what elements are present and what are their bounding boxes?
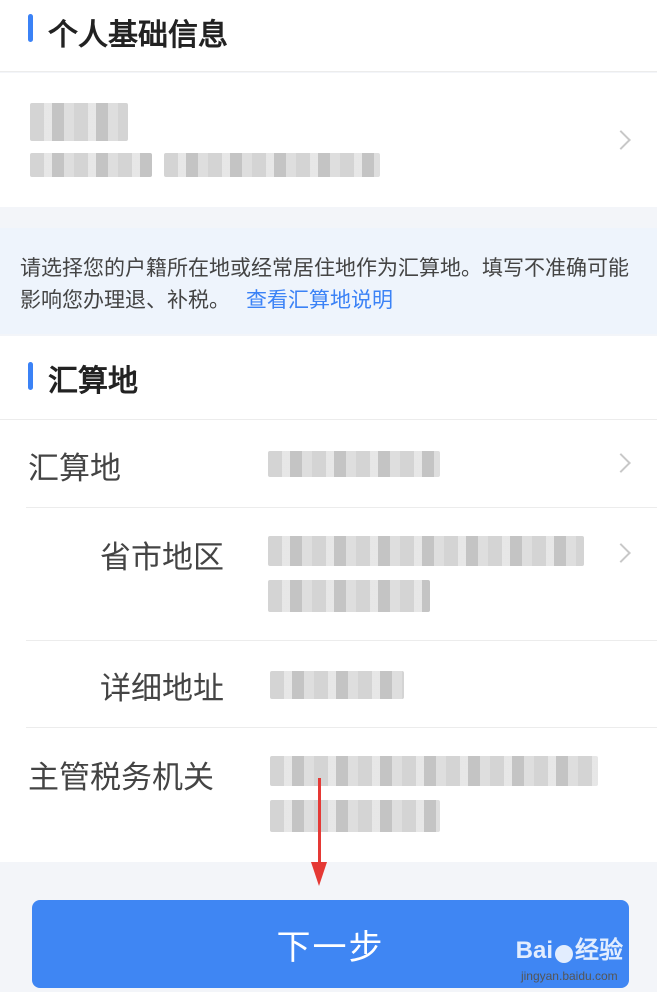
tax-office-row[interactable]: 主管税务机关 <box>0 728 657 862</box>
blurred-value-2 <box>270 800 440 832</box>
row-label: 汇算地 <box>28 451 121 487</box>
settlement-notice: 请选择您的户籍所在地或经常居住地作为汇算地。填写不准确可能影响您办理退、补税。查… <box>0 228 657 334</box>
section-title: 汇算地 <box>48 364 138 399</box>
row-label: 省市地区 <box>100 540 224 576</box>
chevron-right-icon <box>611 543 631 563</box>
settlement-help-link[interactable]: 查看汇算地说明 <box>246 288 393 312</box>
settlement-header: 汇算地 <box>0 336 657 420</box>
blurred-value <box>268 451 440 477</box>
settlement-section: 汇算地 汇算地 省市地区 详细地址 主管税务机关 <box>0 336 657 862</box>
chevron-right-icon <box>611 453 631 473</box>
annotation-arrow-head <box>311 862 327 886</box>
blurred-value-2 <box>268 580 430 612</box>
blurred-value <box>268 536 584 566</box>
row-label: 主管税务机关 <box>28 760 214 796</box>
watermark-brand-suffix: 经验 <box>575 937 623 964</box>
row-label: 详细地址 <box>100 671 224 707</box>
personal-info-header: 个人基础信息 <box>0 0 657 72</box>
baidu-watermark: Bai 经验 jingyan.baidu.com <box>516 930 623 983</box>
settlement-place-row[interactable]: 汇算地 <box>0 421 657 507</box>
person-card[interactable] <box>0 73 657 207</box>
blurred-id <box>30 153 152 177</box>
blurred-id-2 <box>164 153 380 177</box>
blurred-name <box>30 103 128 141</box>
address-row[interactable]: 详细地址 <box>0 641 657 727</box>
blurred-value <box>270 671 404 699</box>
chevron-right-icon <box>611 130 631 150</box>
region-row[interactable]: 省市地区 <box>0 508 657 640</box>
watermark-brand: Bai <box>515 937 553 964</box>
section-title: 个人基础信息 <box>48 18 228 53</box>
section-accent-bar <box>28 14 33 42</box>
watermark-url: jingyan.baidu.com <box>520 969 618 983</box>
annotation-arrow-line <box>318 778 321 866</box>
section-accent-bar <box>28 362 33 390</box>
paw-icon <box>555 944 573 963</box>
